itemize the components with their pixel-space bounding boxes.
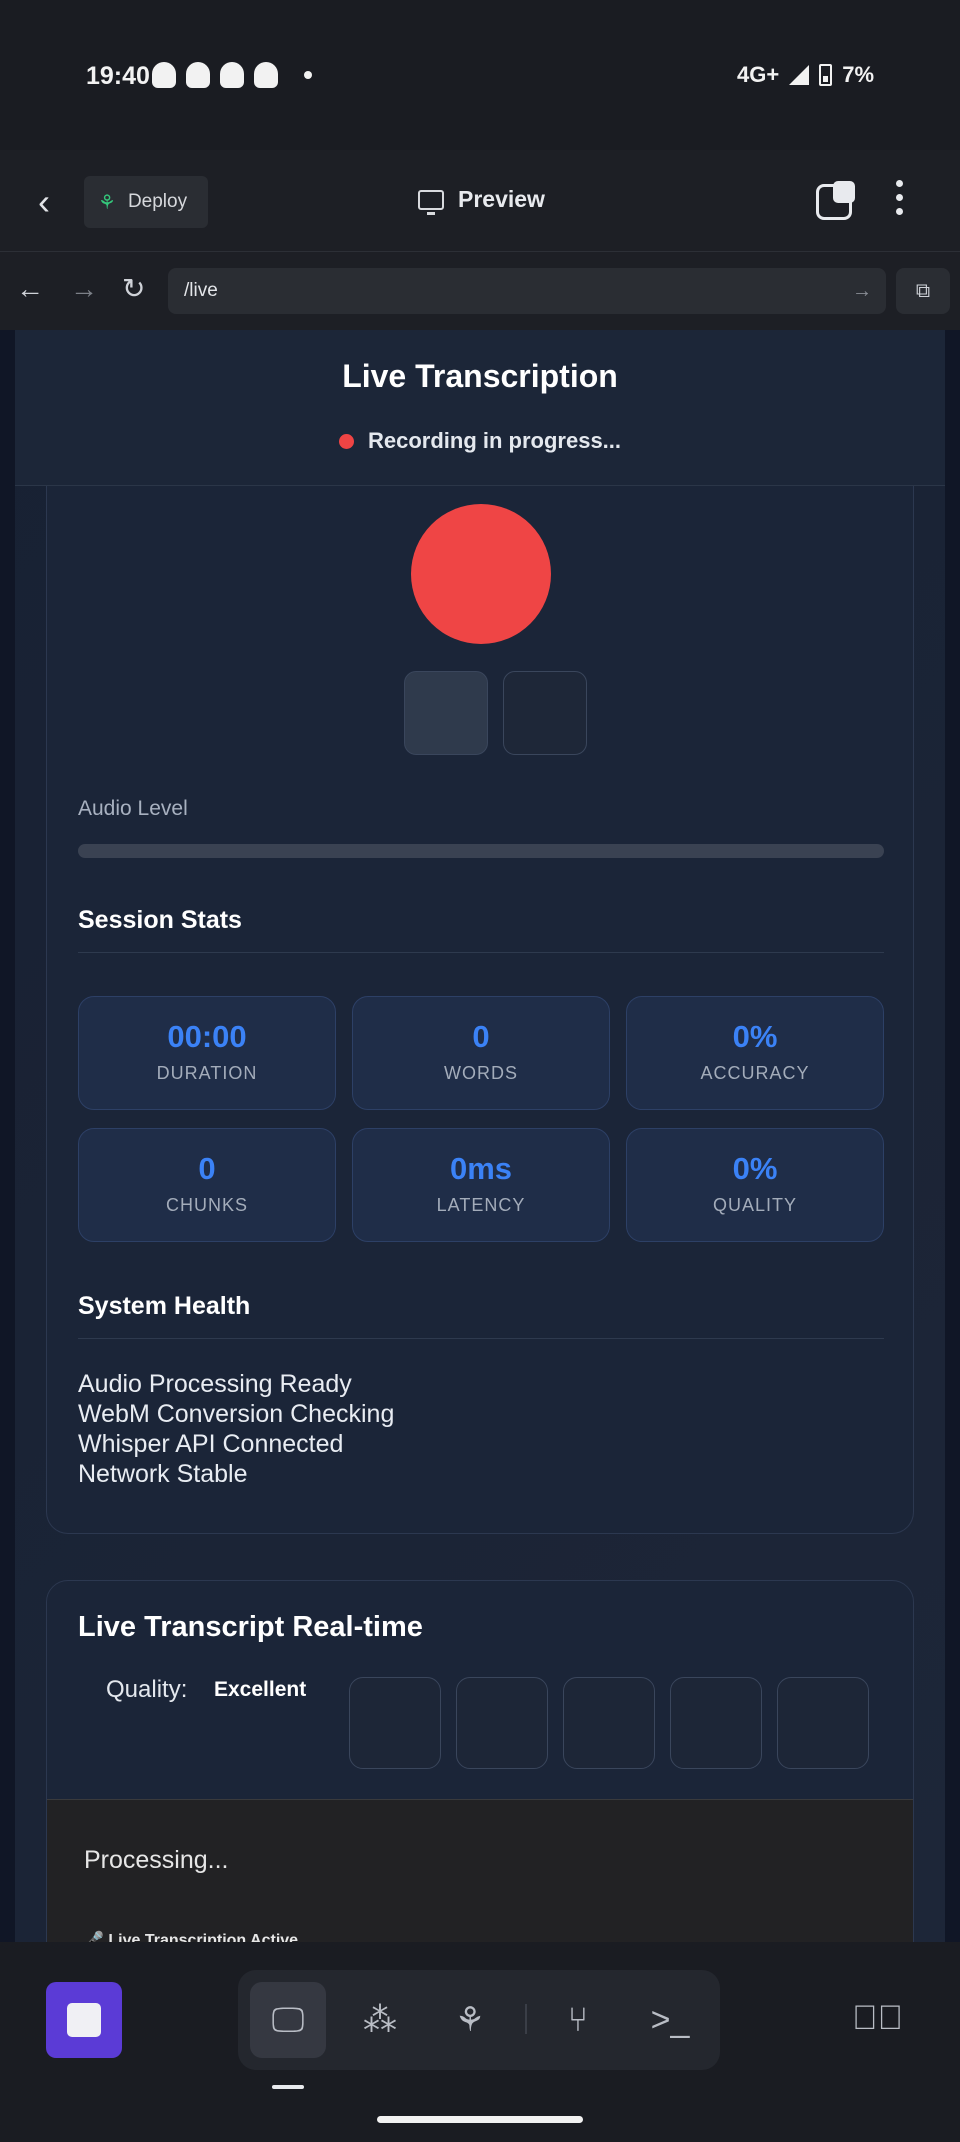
divider xyxy=(525,2004,527,2034)
control-button-2[interactable] xyxy=(503,671,587,755)
audio-level-label: Audio Level xyxy=(78,797,188,820)
control-button-1[interactable] xyxy=(404,671,488,755)
stop-button[interactable] xyxy=(46,1982,122,2058)
page-container: Audio Level Session Stats 00:00 DURATION… xyxy=(15,330,945,1942)
stat-value: 0% xyxy=(732,1151,778,1186)
recording-card: Audio Level Session Stats 00:00 DURATION… xyxy=(46,486,914,1534)
deploy-tool-icon[interactable]: ⚘ xyxy=(432,1982,508,2058)
quality-indicator xyxy=(563,1677,655,1769)
transcript-title: Live Transcript Real-time xyxy=(78,1611,423,1643)
health-item: Whisper API Connected xyxy=(78,1430,344,1458)
status-time: 19:40 xyxy=(86,62,150,90)
recording-dot-icon xyxy=(338,433,354,449)
browser-url-bar: ← → ↻ /live → ⧉ xyxy=(0,252,960,330)
transcription-active-text: 🎤 Live Transcription Active xyxy=(84,1932,299,1942)
preview-label: Preview xyxy=(458,186,545,212)
stat-label: QUALITY xyxy=(712,1195,798,1215)
divider xyxy=(78,1338,884,1339)
url-text: /live xyxy=(184,280,218,301)
snapchat-icon xyxy=(186,62,210,88)
stat-value: 0ms xyxy=(449,1151,513,1186)
record-button[interactable] xyxy=(411,504,551,644)
tool-switcher: 🖵 ⁂ ⚘ ⑂ >_ xyxy=(238,1970,720,2070)
browser-forward-icon[interactable]: → xyxy=(70,274,98,304)
stat-accuracy: 0% ACCURACY xyxy=(626,996,884,1110)
status-right: 4G+ 7% xyxy=(737,62,874,88)
home-gesture-bar[interactable] xyxy=(377,2116,583,2123)
monitor-icon xyxy=(418,189,444,215)
network-type: 4G+ xyxy=(737,62,780,87)
stat-label: WORDS xyxy=(444,1063,518,1083)
reload-icon[interactable]: ↻ xyxy=(122,274,145,304)
browser-back-icon[interactable]: ← xyxy=(16,274,44,304)
stat-label: DURATION xyxy=(156,1063,258,1083)
health-item: Network Stable xyxy=(78,1460,248,1488)
quality-value: Excellent xyxy=(214,1678,307,1701)
preview-tab[interactable]: Preview xyxy=(418,186,545,215)
system-status-bar: 19:40 4G+ 7% xyxy=(0,0,960,150)
transcript-card: Live Transcript Real-time Quality: Excel… xyxy=(46,1580,914,1942)
deploy-label: Deploy xyxy=(127,191,188,212)
snapchat-icon xyxy=(254,62,278,88)
quality-indicator xyxy=(670,1677,762,1769)
snapchat-icon xyxy=(152,62,176,88)
health-item: Audio Processing Ready xyxy=(78,1370,352,1398)
signal-icon xyxy=(789,65,810,85)
stat-value: 00:00 xyxy=(167,1019,247,1054)
stat-label: LATENCY xyxy=(436,1195,526,1215)
quality-label: Quality: xyxy=(106,1676,188,1703)
git-tool-icon[interactable]: ⑂ xyxy=(540,1982,616,2058)
stat-quality: 0% QUALITY xyxy=(626,1128,884,1242)
back-icon[interactable]: ‹ xyxy=(38,184,50,220)
battery-percent: 7% xyxy=(842,62,874,87)
recording-status-text: Recording in progress... xyxy=(367,428,622,453)
agents-tool-icon[interactable]: ⁂ xyxy=(342,1982,418,2058)
more-options-icon[interactable] xyxy=(896,180,903,215)
stat-words: 0 WORDS xyxy=(352,996,610,1110)
stat-label: ACCURACY xyxy=(700,1063,810,1083)
audio-level-meter xyxy=(78,844,884,858)
chat-icon xyxy=(220,62,244,88)
deploy-icon: ⚘ xyxy=(98,191,116,214)
stat-value: 0% xyxy=(732,1019,778,1054)
stat-duration: 00:00 DURATION xyxy=(78,996,336,1110)
quality-indicator xyxy=(777,1677,869,1769)
bottom-toolbar: 🖵 ⁂ ⚘ ⑂ >_ ⊏⃞ xyxy=(0,1942,960,2142)
processing-text: Processing... xyxy=(84,1846,229,1874)
side-panel-icon[interactable]: ⊏⃞ xyxy=(852,1999,903,2038)
active-tab-indicator xyxy=(272,2085,304,2089)
terminal-tool-icon[interactable]: >_ xyxy=(632,1982,708,2058)
session-stats-title: Session Stats xyxy=(78,906,242,934)
open-external-icon[interactable]: ⧉ xyxy=(896,268,950,314)
battery-icon xyxy=(819,64,833,86)
app-bar: ‹ ⚘ Deploy Preview xyxy=(0,150,960,252)
recording-status: Recording in progress... xyxy=(15,428,945,454)
deploy-button[interactable]: ⚘ Deploy xyxy=(84,176,208,228)
page-header: Live Transcription Recording in progress… xyxy=(15,330,945,486)
go-arrow-icon[interactable]: → xyxy=(852,268,872,314)
more-notifications-icon xyxy=(304,71,312,79)
transcript-output: Processing... 🎤 Live Transcription Activ… xyxy=(47,1799,913,1942)
stat-latency: 0ms LATENCY xyxy=(352,1128,610,1242)
divider xyxy=(78,952,884,953)
stat-value: 0 xyxy=(198,1151,216,1186)
system-health-title: System Health xyxy=(78,1292,251,1320)
web-preview[interactable]: Audio Level Session Stats 00:00 DURATION… xyxy=(0,330,960,1942)
preview-tool-icon[interactable]: 🖵 xyxy=(250,1982,326,2058)
quality-indicator xyxy=(456,1677,548,1769)
url-input[interactable]: /live → xyxy=(168,268,886,314)
stat-label: CHUNKS xyxy=(165,1195,248,1215)
tabs-icon[interactable] xyxy=(816,181,855,220)
page-title: Live Transcription xyxy=(342,358,618,394)
notification-icons xyxy=(152,62,312,88)
stat-chunks: 0 CHUNKS xyxy=(78,1128,336,1242)
quality-indicator xyxy=(349,1677,441,1769)
health-item: WebM Conversion Checking xyxy=(78,1400,395,1428)
stat-value: 0 xyxy=(472,1019,490,1054)
